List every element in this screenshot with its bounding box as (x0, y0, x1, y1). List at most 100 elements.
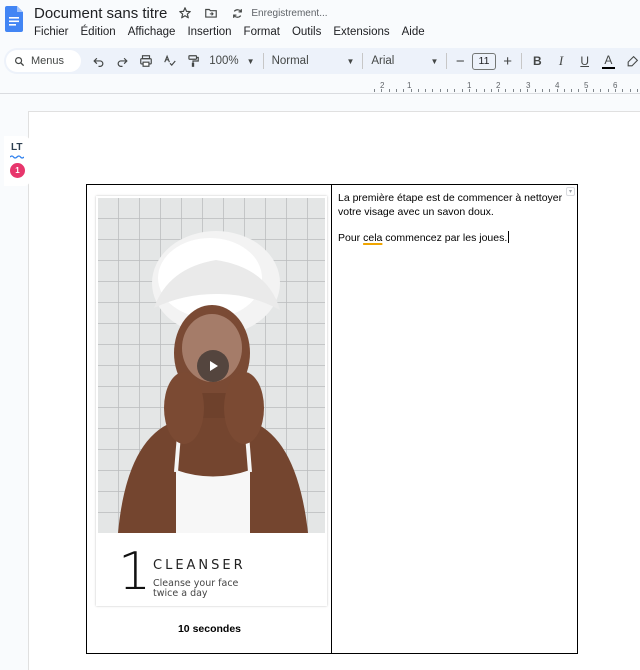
undo-button[interactable] (87, 50, 111, 72)
ruler-tick (549, 89, 551, 92)
font-select[interactable]: Arial ▼ (367, 50, 442, 72)
menu-extensions[interactable]: Extensions (333, 26, 389, 38)
highlight-color-button[interactable] (620, 50, 640, 72)
print-button[interactable] (134, 50, 158, 72)
menu-insertion[interactable]: Insertion (187, 26, 231, 38)
undo-icon (93, 57, 104, 67)
ruler-tick (483, 89, 485, 92)
horizontal-ruler[interactable]: 2 1 1 2 3 4 5 6 (0, 80, 640, 94)
paragraph-2-before: Pour (338, 232, 364, 244)
bold-button[interactable]: B (526, 54, 550, 68)
ruler-tick (600, 89, 602, 92)
ruler-tick (410, 89, 412, 92)
ruler-tick (520, 89, 521, 92)
title-row: Document sans titre Enregistrement... (34, 3, 328, 23)
text-color-button[interactable]: A (601, 53, 616, 69)
redo-icon (117, 57, 128, 67)
languagetool-widget[interactable]: LT 1 (4, 136, 30, 186)
menu-aide[interactable]: Aide (402, 26, 425, 38)
ruler-tick (563, 89, 565, 92)
menu-search-label: Menus (31, 55, 65, 67)
ruler-tick (461, 89, 463, 92)
issue-count-badge[interactable]: 1 (10, 163, 25, 178)
paint-format-icon (188, 55, 200, 67)
decrease-font-size-button[interactable]: − (451, 50, 469, 72)
zoom-value: 100% (209, 55, 239, 67)
docs-logo-icon[interactable] (5, 6, 23, 32)
ruler-tick (454, 89, 456, 92)
ruler-tick (541, 89, 543, 92)
duration-label: 10 secondes (177, 623, 242, 635)
ruler-tick (395, 89, 397, 92)
chevron-down-icon: ▼ (246, 56, 255, 66)
menu-outils[interactable]: Outils (292, 26, 321, 38)
document-title[interactable]: Document sans titre (34, 5, 167, 22)
increase-font-size-button[interactable]: + (499, 50, 517, 72)
ruler-tick (578, 89, 580, 92)
step-title: CLEANSER (153, 558, 246, 573)
menu-fichier[interactable]: Fichier (34, 26, 69, 38)
toolbar-divider (446, 53, 448, 69)
document-table: 1 CLEANSER Cleanse your face twice a day… (86, 184, 578, 654)
play-video-button[interactable] (197, 350, 229, 382)
menu-format[interactable]: Format (244, 26, 280, 38)
ruler-tick (425, 89, 427, 92)
italic-button[interactable]: I (549, 53, 573, 69)
paragraph-2-after: commencez par les joues. (382, 232, 508, 244)
step-description: Cleanse your face twice a day (153, 578, 239, 599)
paint-format-button[interactable] (182, 50, 206, 72)
ruler-tick (607, 89, 609, 92)
save-status: Enregistrement... (251, 7, 328, 19)
ruler-tick (534, 89, 536, 92)
menu-edition[interactable]: Édition (81, 26, 116, 38)
menu-bar: Fichier Édition Affichage Insertion Form… (34, 24, 437, 40)
ruler-tick (447, 89, 448, 92)
star-icon[interactable] (177, 5, 193, 21)
menu-search-box[interactable]: Menus (6, 50, 82, 72)
redo-button[interactable] (111, 50, 135, 72)
ruler-tick (622, 89, 624, 92)
spellcheck-button[interactable] (158, 50, 182, 72)
font-size-input[interactable]: 11 (472, 52, 496, 70)
chevron-down-icon: ▼ (430, 56, 439, 66)
table-cell-right[interactable]: ▾ La première étape est de commencer à n… (333, 185, 577, 653)
ruler-tick (512, 89, 514, 92)
table-cell-left[interactable]: 1 CLEANSER Cleanse your face twice a day… (87, 185, 332, 653)
ruler-tick (403, 89, 405, 92)
woman-washing-face-photo (98, 198, 325, 533)
ruler-tick (374, 89, 375, 92)
paragraph-1[interactable]: La première étape est de commencer à net… (338, 192, 568, 219)
chevron-down-icon: ▼ (346, 56, 355, 66)
ruler-tick (556, 89, 558, 92)
ruler-tick (388, 89, 390, 92)
spellcheck-icon (163, 54, 176, 66)
print-icon (140, 55, 152, 67)
ruler-tick (593, 89, 594, 92)
search-icon (15, 56, 25, 66)
ruler-tick (432, 89, 434, 92)
play-icon (210, 361, 218, 371)
ruler-tick (468, 89, 470, 92)
toolbar-divider (520, 53, 522, 69)
paragraph-style-value: Normal (271, 55, 309, 67)
text-cursor (508, 231, 510, 243)
ruler-tick (614, 89, 616, 92)
underline-button[interactable]: U (573, 54, 597, 68)
paragraph-2[interactable]: Pour cela commencez par les joues. (338, 231, 568, 246)
ruler-tick (381, 89, 383, 92)
paragraph-style-select[interactable]: Normal ▼ (268, 50, 359, 72)
ruler-tick (636, 89, 638, 92)
ruler-tick (490, 89, 492, 92)
zoom-select[interactable]: 100% ▼ (205, 50, 258, 72)
flagged-word[interactable]: cela (363, 232, 382, 244)
menu-affichage[interactable]: Affichage (128, 26, 176, 38)
app-header: Document sans titre Enregistrement... Fi… (0, 0, 640, 44)
sync-icon (229, 5, 245, 21)
ruler-track: 2 1 1 2 3 4 5 6 (370, 80, 640, 94)
move-folder-icon[interactable] (203, 5, 219, 21)
ruler-tick (439, 89, 441, 92)
toolbar: Menus 100% ▼ Normal ▼ Arial ▼ − 11 + B I… (4, 48, 640, 74)
ruler-tick (476, 89, 478, 92)
toolbar-divider (262, 53, 264, 69)
ruler-tick (498, 89, 500, 92)
